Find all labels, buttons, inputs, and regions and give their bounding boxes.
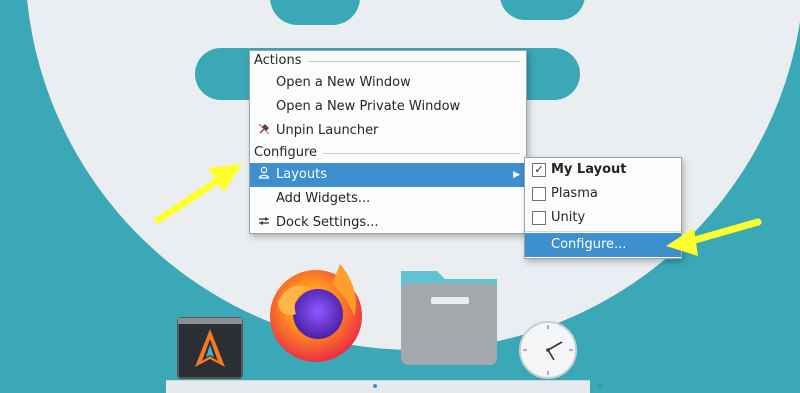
layout-my-layout-label: My Layout bbox=[551, 162, 627, 177]
layout-checkbox[interactable] bbox=[532, 187, 546, 201]
settings-sliders-icon bbox=[256, 211, 272, 235]
layout-plasma-item[interactable]: Plasma bbox=[525, 182, 681, 206]
firefox-icon[interactable] bbox=[262, 258, 370, 370]
annotation-arrow-left bbox=[154, 164, 242, 224]
layouts-item[interactable]: Layouts ▶ bbox=[250, 163, 526, 187]
layout-plasma-label: Plasma bbox=[551, 186, 598, 201]
open-new-window-item[interactable]: Open a New Window bbox=[250, 71, 526, 95]
clock-icon[interactable] bbox=[518, 320, 578, 384]
dock-context-menu: Actions Open a New Window Open a New Pri… bbox=[249, 50, 527, 234]
dock-settings-item[interactable]: Dock Settings... bbox=[250, 211, 526, 235]
layouts-submenu: ✓ My Layout Plasma Unity Configure... bbox=[524, 157, 682, 259]
configure-section-header: Configure bbox=[250, 143, 526, 163]
section-divider bbox=[307, 60, 520, 62]
layout-checkbox[interactable] bbox=[532, 211, 546, 225]
section-divider bbox=[323, 152, 520, 154]
unpin-launcher-label: Unpin Launcher bbox=[276, 123, 379, 138]
submenu-divider bbox=[525, 231, 681, 232]
configure-layouts-item[interactable]: Configure... bbox=[525, 233, 681, 257]
layout-unity-label: Unity bbox=[551, 210, 586, 225]
configure-layouts-label: Configure... bbox=[551, 237, 627, 252]
unpin-launcher-item[interactable]: Unpin Launcher bbox=[250, 119, 526, 143]
add-widgets-item[interactable]: Add Widgets... bbox=[250, 187, 526, 211]
actions-section-header: Actions bbox=[250, 51, 526, 71]
unpin-icon bbox=[256, 119, 272, 143]
dock-settings-label: Dock Settings... bbox=[276, 215, 379, 230]
launcher-app-icon[interactable] bbox=[177, 317, 243, 383]
open-new-private-window-item[interactable]: Open a New Private Window bbox=[250, 95, 526, 119]
user-icon bbox=[256, 163, 272, 187]
layout-unity-item[interactable]: Unity bbox=[525, 206, 681, 230]
submenu-arrow-icon: ▶ bbox=[513, 170, 520, 180]
running-indicator bbox=[598, 384, 602, 388]
layout-my-layout-item[interactable]: ✓ My Layout bbox=[525, 158, 681, 182]
open-new-window-label: Open a New Window bbox=[276, 75, 411, 90]
layout-checkbox-checked[interactable]: ✓ bbox=[532, 163, 546, 177]
annotation-arrow-right bbox=[666, 218, 762, 256]
add-widgets-label: Add Widgets... bbox=[276, 191, 371, 206]
open-new-private-window-label: Open a New Private Window bbox=[276, 99, 461, 114]
running-indicator bbox=[373, 384, 377, 388]
file-manager-icon[interactable] bbox=[397, 265, 501, 373]
layouts-label: Layouts bbox=[276, 167, 327, 182]
